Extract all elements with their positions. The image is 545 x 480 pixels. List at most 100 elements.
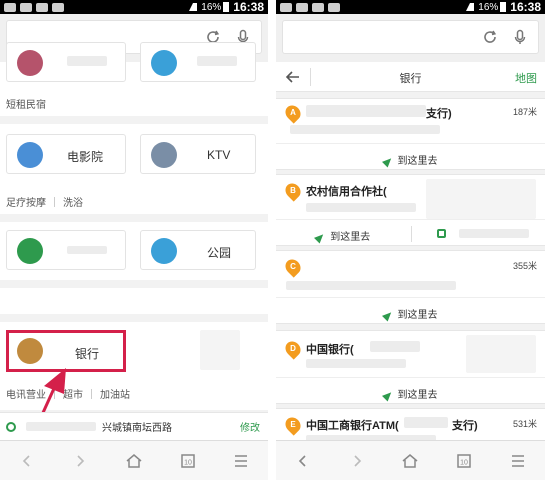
status-bar: 16% 16:38	[276, 0, 545, 14]
marker-icon: B	[282, 180, 304, 202]
forward-button[interactable]	[68, 449, 92, 473]
sublinks-row: 足疗按摩 洗浴	[6, 194, 83, 209]
battery-icon	[500, 2, 507, 12]
go-here-button[interactable]: 到这里去	[276, 306, 545, 322]
battery-icon	[223, 2, 230, 12]
category-block-3: 公园	[0, 222, 268, 280]
results-title: 银行	[399, 73, 422, 85]
sublink-bath[interactable]: 洗浴	[63, 194, 83, 209]
microphone-icon[interactable]	[512, 29, 528, 45]
microphone-icon	[151, 142, 177, 168]
category-block-1: 短租民宿	[0, 42, 268, 116]
back-button[interactable]	[15, 449, 39, 473]
navigate-icon	[381, 155, 394, 168]
signal-icon	[189, 3, 198, 11]
category-card[interactable]	[6, 230, 126, 270]
category-card[interactable]	[140, 42, 256, 82]
search-input[interactable]	[282, 20, 539, 54]
result-distance: 355米	[512, 261, 537, 271]
map-link[interactable]: 地图	[515, 70, 537, 86]
right-screen: 16% 16:38 银行 地图 A 支行) 187米 到这里去 B 农村信用合作…	[276, 0, 545, 480]
spacer-block	[0, 288, 268, 314]
result-item[interactable]: D 中国银行( 到这里去	[276, 330, 545, 404]
navigate-icon	[314, 231, 327, 244]
sublink-gas-station[interactable]: 加油站	[100, 386, 130, 401]
tabs-button[interactable]: 10	[452, 449, 476, 473]
result-name-suffix: 支行)	[452, 420, 478, 432]
category-icon	[151, 50, 177, 76]
result-item[interactable]: A 支行) 187米 到这里去	[276, 98, 545, 170]
chevron-left-icon	[22, 454, 30, 467]
clock: 16:38	[233, 0, 264, 14]
category-label: KTV	[207, 148, 231, 162]
location-icon	[6, 421, 16, 432]
screenshot-divider	[268, 0, 276, 480]
notification-icon	[20, 2, 32, 12]
bottom-navigation: 10	[276, 440, 545, 480]
category-card-ktv[interactable]: KTV	[140, 134, 256, 174]
notification-icon	[4, 2, 16, 12]
result-name: 支行)	[426, 108, 452, 120]
image-icon	[328, 2, 340, 12]
directions-row: 到这里去	[276, 219, 545, 247]
marker-icon: D	[282, 338, 304, 360]
category-card-park[interactable]: 公园	[140, 230, 256, 270]
svg-text:10: 10	[460, 459, 468, 466]
result-distance: 531米	[512, 419, 537, 429]
battery-percent: 16%	[201, 1, 222, 13]
category-label: 电影院	[67, 150, 104, 164]
directions-row: 到这里去	[276, 377, 545, 405]
directions-row: 到这里去	[276, 143, 545, 171]
hotel-icon	[17, 50, 43, 76]
result-name: 中国工商银行ATM(	[306, 420, 399, 432]
camera-icon	[17, 142, 43, 168]
home-button[interactable]	[122, 449, 146, 473]
chevron-right-icon	[77, 454, 85, 467]
notification-icon	[296, 2, 308, 12]
category-label: 公园	[207, 246, 232, 260]
marker-icon: C	[282, 256, 304, 278]
address-text: 兴城镇南坛西路	[102, 423, 172, 434]
sublink-massage[interactable]: 足疗按摩	[6, 194, 46, 209]
image-icon	[52, 2, 64, 12]
chevron-right-icon	[354, 454, 361, 467]
result-item[interactable]: C 355米 到这里去	[276, 250, 545, 324]
edit-address-link[interactable]: 修改	[240, 419, 260, 434]
home-icon	[126, 453, 142, 468]
battery-percent: 16%	[478, 1, 499, 13]
phone-icon[interactable]	[437, 229, 447, 238]
home-button[interactable]	[398, 449, 422, 473]
tabs-button[interactable]: 10	[176, 449, 200, 473]
sublinks-row: 短租民宿	[6, 96, 46, 111]
bottom-navigation: 10	[0, 440, 268, 480]
marker-icon: A	[282, 102, 304, 124]
category-card-movie[interactable]: 电影院	[6, 134, 126, 174]
category-block-2: 电影院 KTV 足疗按摩 洗浴	[0, 124, 268, 214]
result-item[interactable]: B 农村信用合作社( 到这里去	[276, 174, 545, 246]
menu-button[interactable]	[506, 449, 530, 473]
left-screen: 16% 16:38 短租民宿 电影院 KTV 足疗按摩 洗浴 公园 电讯营业 超…	[0, 0, 268, 480]
home-icon	[402, 453, 418, 468]
tabs-icon: 10	[457, 453, 472, 468]
directions-row: 到这里去	[276, 297, 545, 325]
menu-icon	[235, 454, 248, 467]
svg-text:10: 10	[184, 459, 192, 466]
menu-button[interactable]	[229, 449, 253, 473]
forward-button[interactable]	[345, 449, 369, 473]
bank-building-icon	[17, 238, 43, 264]
signal-icon	[466, 3, 475, 11]
go-here-button[interactable]: 到这里去	[276, 228, 411, 244]
result-distance: 187米	[512, 107, 537, 117]
notification-icon	[36, 2, 48, 12]
back-button[interactable]	[291, 449, 315, 473]
refresh-icon[interactable]	[482, 29, 498, 45]
category-card[interactable]	[6, 42, 126, 82]
tree-icon	[151, 238, 177, 264]
go-here-button[interactable]: 到这里去	[276, 386, 545, 402]
sublink-short-rental[interactable]: 短租民宿	[6, 96, 46, 111]
result-name: 中国银行(	[306, 344, 354, 356]
search-bar	[276, 14, 545, 62]
clock: 16:38	[510, 0, 541, 14]
navigate-icon	[381, 389, 394, 402]
go-here-button[interactable]: 到这里去	[276, 152, 545, 168]
